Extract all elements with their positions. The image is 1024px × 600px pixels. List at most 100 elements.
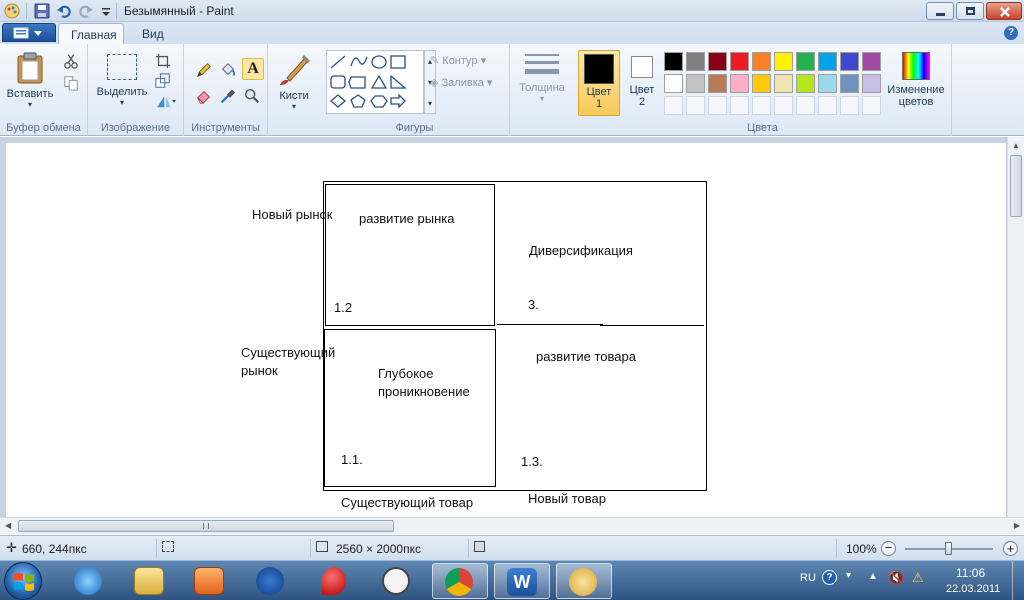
color-swatch[interactable] — [664, 52, 683, 71]
color-swatch[interactable] — [818, 74, 837, 93]
resize-icon[interactable] — [154, 72, 172, 90]
color-swatch[interactable] — [708, 74, 727, 93]
cut-icon[interactable] — [62, 52, 80, 70]
fill-bucket-icon[interactable] — [218, 60, 238, 80]
zoom-in-button[interactable]: + — [1003, 541, 1018, 556]
tab-home[interactable]: Главная — [58, 23, 124, 44]
custom-color-slot[interactable] — [840, 96, 859, 115]
custom-color-slot[interactable] — [686, 96, 705, 115]
color2-button[interactable]: Цвет 2 — [624, 50, 660, 116]
custom-color-slot[interactable] — [774, 96, 793, 115]
redo-icon[interactable] — [78, 3, 94, 19]
volume-muted-icon[interactable]: 🔇 — [888, 570, 904, 586]
color-swatch[interactable] — [708, 52, 727, 71]
close-button[interactable] — [986, 2, 1022, 20]
custom-color-slot[interactable] — [752, 96, 771, 115]
qat-customize-icon[interactable] — [98, 3, 114, 19]
taskbar-contacts[interactable] — [244, 563, 300, 599]
eraser-icon[interactable] — [194, 86, 214, 106]
taskbar-pin-app[interactable] — [310, 563, 366, 599]
size-button[interactable]: Толщина ▾ — [514, 50, 570, 114]
color-swatch[interactable] — [752, 52, 771, 71]
taskbar-clock-app[interactable] — [370, 563, 426, 599]
edit-colors-button[interactable]: Изменение цветов — [882, 50, 950, 114]
color-swatch[interactable] — [664, 74, 683, 93]
tray-options-icon[interactable]: ▾ — [846, 570, 851, 581]
text-tool-icon[interactable]: A — [242, 58, 264, 80]
custom-color-slot[interactable] — [818, 96, 837, 115]
color-swatch[interactable] — [730, 74, 749, 93]
select-button[interactable]: Выделить ▾ — [94, 50, 150, 114]
scroll-right-icon[interactable]: ▶ — [1014, 521, 1020, 530]
fill-button[interactable]: ◈ Заливка ▾ — [430, 76, 492, 89]
color-swatch[interactable] — [774, 52, 793, 71]
custom-color-slot[interactable] — [796, 96, 815, 115]
restore-button[interactable] — [956, 2, 984, 20]
vertical-scroll-thumb[interactable] — [1010, 155, 1022, 217]
application-menu-button[interactable] — [2, 23, 56, 42]
zoom-slider[interactable] — [905, 542, 993, 555]
zoom-out-button[interactable]: − — [881, 541, 896, 556]
show-hidden-icons[interactable]: ▲ — [868, 571, 878, 582]
color-swatch[interactable] — [686, 74, 705, 93]
contacts-icon — [256, 567, 284, 595]
color1-button[interactable]: Цвет 1 — [578, 50, 620, 116]
paint-app-icon[interactable] — [4, 3, 20, 19]
zoom-slider-thumb[interactable] — [945, 542, 952, 555]
show-desktop-button[interactable] — [1012, 561, 1024, 600]
custom-color-slot[interactable] — [708, 96, 727, 115]
save-icon[interactable] — [34, 3, 50, 19]
scroll-left-icon[interactable]: ◀ — [5, 521, 11, 530]
pencil-icon[interactable] — [194, 60, 214, 80]
brushes-button[interactable]: Кисти ▾ — [272, 50, 316, 114]
undo-icon[interactable] — [56, 3, 72, 19]
color-swatch[interactable] — [752, 74, 771, 93]
color-swatch[interactable] — [686, 52, 705, 71]
pentagon-shape-icon — [350, 94, 366, 108]
start-button[interactable] — [4, 562, 42, 600]
copy-icon[interactable] — [62, 74, 80, 92]
horizontal-scrollbar[interactable]: ◀ ▶ — [0, 517, 1024, 534]
color-swatch[interactable] — [730, 52, 749, 71]
outline-button[interactable]: ✎ Контур ▾ — [430, 54, 486, 67]
color-swatch[interactable] — [862, 52, 881, 71]
custom-color-slot[interactable] — [862, 96, 881, 115]
window-title: Безымянный - Paint — [124, 4, 234, 18]
color-swatch[interactable] — [796, 74, 815, 93]
color-swatch[interactable] — [796, 52, 815, 71]
tab-view[interactable]: Вид — [130, 23, 176, 44]
colors-group: Цвет 1 Цвет 2 Изменение цветов Цвета — [574, 44, 952, 136]
color-swatch[interactable] — [840, 52, 859, 71]
color-swatch[interactable] — [774, 74, 793, 93]
paste-button[interactable]: Вставить ▾ — [4, 50, 56, 114]
vertical-scrollbar[interactable]: ▲ — [1007, 137, 1024, 517]
scroll-up-icon[interactable]: ▲ — [1012, 141, 1020, 150]
help-tray-icon[interactable]: ? — [822, 570, 837, 585]
clock-time[interactable]: 11:06 — [956, 566, 985, 580]
taskbar-paint[interactable] — [556, 563, 612, 599]
taskbar-word[interactable]: W — [494, 563, 550, 599]
custom-color-slot[interactable] — [730, 96, 749, 115]
color-picker-icon[interactable] — [218, 86, 238, 106]
action-center-icon[interactable]: ⚠ — [912, 570, 924, 586]
color-swatch[interactable] — [818, 52, 837, 71]
horizontal-scroll-thumb[interactable] — [18, 520, 394, 532]
drawing-canvas[interactable]: Новый рынок Существующий рынок развитие … — [6, 143, 1006, 517]
clock-date[interactable]: 22.03.2011 — [946, 583, 1000, 595]
color-swatch[interactable] — [840, 74, 859, 93]
taskbar-chrome[interactable] — [432, 563, 488, 599]
taskbar-media-player[interactable] — [182, 563, 238, 599]
divider-line — [600, 325, 704, 326]
taskbar-explorer[interactable] — [122, 563, 178, 599]
rotate-icon[interactable] — [154, 92, 178, 110]
magnifier-icon[interactable] — [242, 86, 262, 106]
shapes-gallery[interactable] — [326, 50, 424, 114]
language-indicator[interactable]: RU — [800, 572, 816, 584]
taskbar-internet-explorer[interactable] — [62, 563, 118, 599]
minimize-button[interactable] — [926, 2, 954, 20]
help-icon[interactable]: ? — [1004, 26, 1018, 40]
hexagon-shape-icon — [370, 95, 388, 108]
color-swatch[interactable] — [862, 74, 881, 93]
crop-icon[interactable] — [154, 52, 172, 70]
custom-color-slot[interactable] — [664, 96, 683, 115]
